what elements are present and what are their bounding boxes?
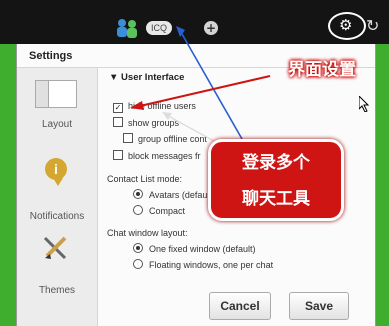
annotation-ui-settings: 界面设置	[288, 60, 356, 80]
gear-icon[interactable]: ⚙	[339, 17, 355, 33]
sidebar-item-label: Layout	[41, 119, 73, 130]
save-button[interactable]: Save	[289, 292, 349, 320]
checkbox[interactable]	[113, 117, 123, 127]
show-groups-checkbox[interactable]: show groups	[113, 117, 179, 129]
annotation-box: 登录多个 聊天工具	[208, 139, 344, 221]
buddy-group-icon	[117, 19, 137, 38]
contact-list-mode-compact[interactable]: Compact	[133, 205, 185, 217]
block-messages-checkbox[interactable]: block messages fr	[113, 150, 201, 162]
hide-offline-users-checkbox[interactable]: ✓ hide offline users	[113, 100, 196, 113]
radio-selected[interactable]	[133, 243, 143, 253]
annotation-chat-tools: 聊天工具	[242, 189, 310, 209]
power-icon[interactable]: ↻	[366, 16, 379, 36]
layout-icon	[35, 80, 77, 108]
radio[interactable]	[133, 259, 143, 269]
section-title[interactable]: ▼ User Interface	[109, 72, 184, 83]
annotation-login-multi: 登录多个	[242, 153, 310, 173]
chat-window-layout-label: Chat window layout:	[107, 228, 188, 238]
sidebar-item-layout[interactable]: Layout	[17, 68, 97, 138]
contact-list-mode-avatars[interactable]: Avatars (defau	[133, 189, 207, 201]
group-offline-contacts-checkbox[interactable]: group offline cont	[123, 133, 207, 145]
sidebar-item-label: Notifications	[29, 211, 85, 222]
info-bubble-tail	[53, 178, 63, 186]
radio-label: Floating windows, one per chat	[149, 260, 274, 270]
checkbox-checked[interactable]: ✓	[113, 103, 123, 113]
radio-selected[interactable]	[133, 189, 143, 199]
radio[interactable]	[133, 205, 143, 215]
radio-label: One fixed window (default)	[149, 244, 256, 254]
checkbox[interactable]	[113, 150, 123, 160]
chat-layout-fixed[interactable]: One fixed window (default)	[133, 243, 256, 255]
icq-account-badge[interactable]: ICQ	[146, 21, 172, 35]
checkbox-label: show groups	[128, 118, 180, 128]
radio-label: Compact	[149, 206, 186, 216]
radio-label: Avatars (defau	[149, 190, 208, 200]
section-title-text: User Interface	[121, 72, 185, 83]
checkbox[interactable]	[123, 133, 133, 143]
sidebar-item-notifications[interactable]: i Notifications	[17, 150, 97, 222]
paintbrush-icon	[43, 236, 67, 260]
info-bubble-icon: i	[45, 158, 67, 180]
contact-list-mode-label: Contact List mode:	[107, 174, 183, 184]
checkbox-label: hide offline users	[128, 101, 196, 111]
cancel-button[interactable]: Cancel	[209, 292, 271, 320]
checkbox-label: group offline cont	[138, 134, 207, 144]
checkbox-label: block messages fr	[128, 151, 201, 161]
mouse-cursor-icon	[359, 96, 369, 112]
add-account-icon[interactable]: +	[204, 21, 218, 35]
dialog-footer: Cancel Save	[17, 284, 375, 326]
chat-layout-floating[interactable]: Floating windows, one per chat	[133, 259, 273, 271]
